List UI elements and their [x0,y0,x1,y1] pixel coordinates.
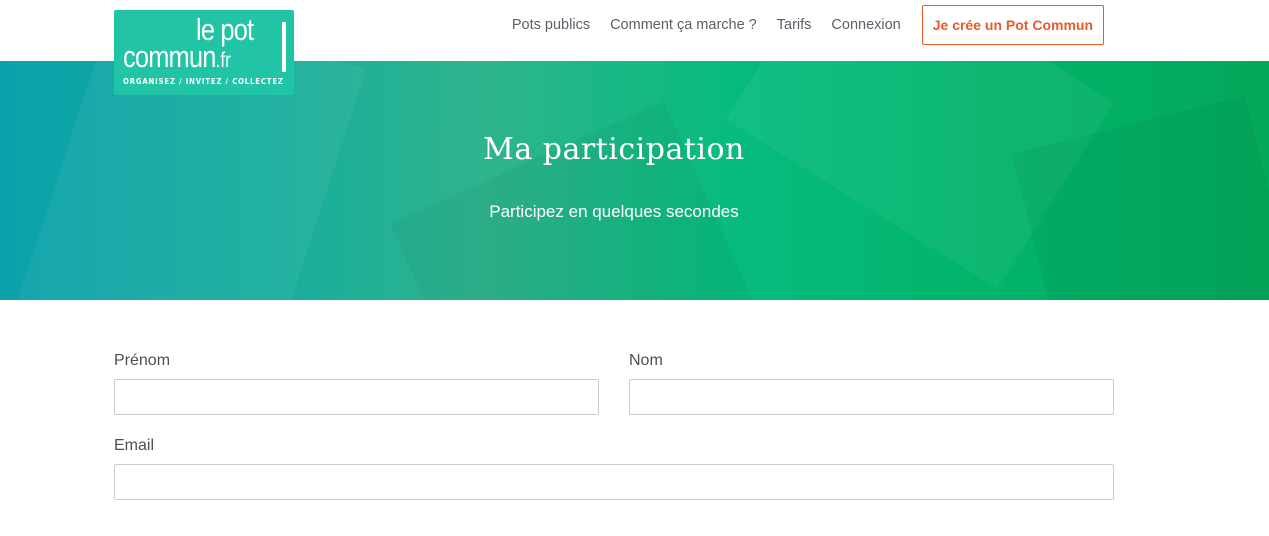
nav-link-pricing[interactable]: Tarifs [777,17,812,33]
page-title: Ma participation [483,132,745,167]
email-label: Email [114,437,155,454]
logo-tagline: ORGANISEZ / INVITEZ / COLLECTEZ [123,77,284,86]
nav-link-public-pots[interactable]: Pots publics [512,17,590,33]
first-name-input[interactable] [114,379,599,415]
hero-background-shape [13,61,367,300]
first-name-label: Prénom [114,352,171,369]
email-input[interactable] [114,464,1114,500]
hero-banner: Ma participation Participez en quelques … [0,61,1269,300]
site-logo[interactable]: le pot commun.fr ORGANISEZ / INVITEZ / C… [114,10,294,95]
last-name-input[interactable] [629,379,1114,415]
logo-text-main: commun [123,39,216,74]
nav-link-how-it-works[interactable]: Comment ça marche ? [610,17,757,33]
page-subtitle: Participez en quelques secondes [489,202,739,221]
main-nav: Pots publics Comment ça marche ? Tarifs … [512,0,1104,50]
nav-link-login[interactable]: Connexion [831,17,900,33]
last-name-label: Nom [629,352,663,369]
create-pot-button[interactable]: Je crée un Pot Commun [921,5,1104,45]
logo-bar-decoration [282,22,286,72]
logo-text-line2: commun.fr [123,41,231,76]
logo-text-tld: .fr [215,49,231,72]
